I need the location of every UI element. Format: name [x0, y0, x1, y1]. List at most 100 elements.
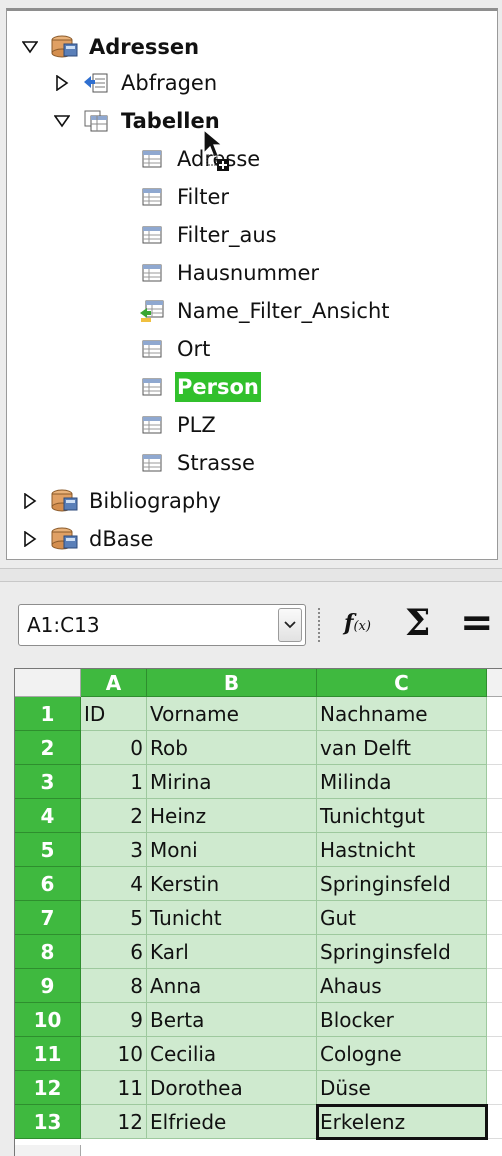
column-header-c[interactable]: C: [317, 669, 487, 697]
cell-b2[interactable]: Rob: [147, 731, 317, 765]
cell-c5[interactable]: Hastnicht: [317, 833, 487, 867]
cell-a8[interactable]: 6: [81, 935, 147, 969]
cell-a5[interactable]: 3: [81, 833, 147, 867]
cell-a7[interactable]: 5: [81, 901, 147, 935]
cell-c6[interactable]: Springinsfeld: [317, 867, 487, 901]
cell-d13[interactable]: [487, 1105, 502, 1139]
cell-b9[interactable]: Anna: [147, 969, 317, 1003]
tree-item-label: PLZ: [177, 413, 216, 437]
tree-item-table[interactable]: Filter_aus: [137, 217, 279, 253]
tree-item-table[interactable]: Strasse: [137, 445, 257, 481]
row-header[interactable]: 8: [15, 935, 81, 969]
cell-c12[interactable]: Düse: [317, 1071, 487, 1105]
cell-a2[interactable]: 0: [81, 731, 147, 765]
equals-icon[interactable]: =: [460, 600, 494, 646]
row-header[interactable]: 11: [15, 1037, 81, 1071]
row-header[interactable]: 3: [15, 765, 81, 799]
name-box-input[interactable]: [19, 604, 278, 646]
function-wizard-icon[interactable]: f(x): [344, 610, 371, 636]
tree-item-abfragen[interactable]: Abfragen: [51, 65, 219, 101]
spreadsheet-grid[interactable]: ABC 1 ID Vorname Nachname 2 0 Rob van Delft 3 1 Mi…: [14, 668, 502, 1156]
expanded-triangle-icon[interactable]: [51, 110, 73, 132]
row-header[interactable]: 13: [15, 1105, 81, 1139]
tree-item-table[interactable]: Ort: [137, 331, 212, 367]
tree-item-dbase[interactable]: dBase: [19, 521, 155, 557]
row-header[interactable]: 4: [15, 799, 81, 833]
row-header[interactable]: 5: [15, 833, 81, 867]
cell-b11[interactable]: Cecilia: [147, 1037, 317, 1071]
cell-d4[interactable]: [487, 799, 502, 833]
collapsed-triangle-icon[interactable]: [51, 72, 73, 94]
tree-item-table[interactable]: PLZ: [137, 407, 218, 443]
sum-icon[interactable]: Σ: [405, 602, 430, 644]
cell-b3[interactable]: Mirina: [147, 765, 317, 799]
tree-item-view[interactable]: Name_Filter_Ansicht: [137, 293, 392, 329]
cell-c11[interactable]: Cologne: [317, 1037, 487, 1071]
cell-b12[interactable]: Dorothea: [147, 1071, 317, 1105]
cell-a1[interactable]: ID: [81, 697, 147, 731]
cell-b10[interactable]: Berta: [147, 1003, 317, 1037]
cell-a13[interactable]: 12: [81, 1105, 147, 1139]
expanded-triangle-icon[interactable]: [19, 36, 41, 58]
row-header[interactable]: 7: [15, 901, 81, 935]
cell-d5[interactable]: [487, 833, 502, 867]
tree-item-table-selected[interactable]: Person: [137, 369, 261, 405]
tree-item-adressen[interactable]: Adressen: [19, 29, 201, 65]
cell-c8[interactable]: Springinsfeld: [317, 935, 487, 969]
row-header[interactable]: 1: [15, 697, 81, 731]
cell-c1[interactable]: Nachname: [317, 697, 487, 731]
column-header-d[interactable]: [487, 669, 502, 697]
database-icon: [49, 526, 79, 552]
cell-d11[interactable]: [487, 1037, 502, 1071]
row-header[interactable]: 2: [15, 731, 81, 765]
tree-item-tabellen[interactable]: Tabellen: [51, 103, 222, 139]
cell-d12[interactable]: [487, 1071, 502, 1105]
cell-d9[interactable]: [487, 969, 502, 1003]
cell-a10[interactable]: 9: [81, 1003, 147, 1037]
cell-b4[interactable]: Heinz: [147, 799, 317, 833]
cell-a6[interactable]: 4: [81, 867, 147, 901]
panel-splitter[interactable]: [0, 568, 502, 582]
collapsed-triangle-icon[interactable]: [19, 528, 41, 550]
cell-d2[interactable]: [487, 731, 502, 765]
cell-c10[interactable]: Blocker: [317, 1003, 487, 1037]
cell-a4[interactable]: 2: [81, 799, 147, 833]
cell-c7[interactable]: Gut: [317, 901, 487, 935]
column-header-b[interactable]: B: [147, 669, 317, 697]
cell-b1[interactable]: Vorname: [147, 697, 317, 731]
column-header-a[interactable]: A: [81, 669, 147, 697]
cell-b7[interactable]: Tunicht: [147, 901, 317, 935]
cell-a12[interactable]: 11: [81, 1071, 147, 1105]
cell-b6[interactable]: Kerstin: [147, 867, 317, 901]
cell-a3[interactable]: 1: [81, 765, 147, 799]
tree-item-table[interactable]: Hausnummer: [137, 255, 321, 291]
name-box[interactable]: [18, 604, 306, 646]
tree-item-table[interactable]: Adresse: [137, 141, 262, 177]
collapsed-triangle-icon[interactable]: [19, 490, 41, 512]
cell-c4[interactable]: Tunichtgut: [317, 799, 487, 833]
cell-b8[interactable]: Karl: [147, 935, 317, 969]
row-header[interactable]: 10: [15, 1003, 81, 1037]
cell-c9[interactable]: Ahaus: [317, 969, 487, 1003]
cell-c2[interactable]: van Delft: [317, 731, 487, 765]
select-all-corner[interactable]: [15, 669, 81, 697]
cell-a11[interactable]: 10: [81, 1037, 147, 1071]
cell-d3[interactable]: [487, 765, 502, 799]
row-header-14[interactable]: [15, 1145, 81, 1156]
cell-b13[interactable]: Elfriede: [147, 1105, 317, 1139]
cell-d6[interactable]: [487, 867, 502, 901]
cell-d7[interactable]: [487, 901, 502, 935]
name-box-dropdown-button[interactable]: [278, 608, 302, 642]
tree-item-bibliography[interactable]: Bibliography: [19, 483, 223, 519]
cell-d8[interactable]: [487, 935, 502, 969]
cell-a9[interactable]: 8: [81, 969, 147, 1003]
cell-d10[interactable]: [487, 1003, 502, 1037]
row-header[interactable]: 6: [15, 867, 81, 901]
tree-item-table[interactable]: Filter: [137, 179, 231, 215]
row-header[interactable]: 9: [15, 969, 81, 1003]
cell-b5[interactable]: Moni: [147, 833, 317, 867]
cell-d1[interactable]: [487, 697, 502, 731]
cell-c3[interactable]: Milinda: [317, 765, 487, 799]
row-header[interactable]: 12: [15, 1071, 81, 1105]
cell-c13[interactable]: Erkelenz: [317, 1105, 487, 1139]
